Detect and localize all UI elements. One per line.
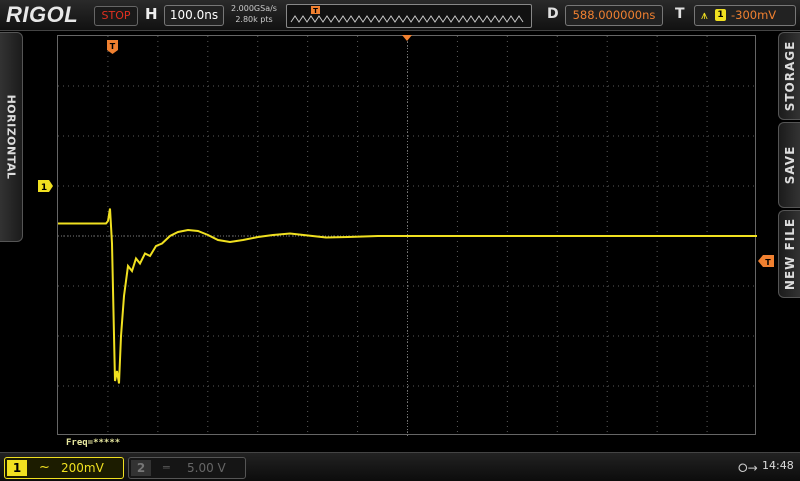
new-file-menu-tab[interactable]: NEW FILE [778,210,800,298]
waveform-graticule [58,36,757,436]
center-delay-marker-shape [402,35,412,41]
delay-label: D [547,6,559,22]
storage-menu-label: STORAGE [782,40,797,112]
ch2-vertical-scale: 5.00 V [187,461,226,475]
storage-menu-tab[interactable]: STORAGE [778,32,800,120]
ch2-settings[interactable]: 2 ═ 5.00 V [128,457,246,479]
trigger-position-marker[interactable]: T [107,40,118,54]
memory-waveform-preview: T [290,6,524,23]
new-file-menu-label: NEW FILE [782,217,797,291]
horizontal-delay[interactable]: 588.000000ns [565,5,663,26]
ch1-offset-marker-label: 1 [41,183,47,192]
trigger-level-marker-label: T [765,258,771,267]
system-clock: 14:48 [762,459,794,472]
ch1-coupling-icon: ~ [39,460,50,475]
trigger-label: T [675,6,685,22]
center-delay-marker [402,35,412,41]
ch2-coupling-icon: ═ [163,461,170,474]
trigger-settings[interactable]: ⩚ 1 -300mV [694,5,796,26]
ch1-offset-marker[interactable]: 1 [38,180,54,192]
trigger-level-marker[interactable]: T [758,255,774,267]
usb-icon: ⭘→ [738,461,758,475]
memory-overview-bar[interactable]: T [286,4,532,28]
trigger-source: 1 [715,9,726,21]
memory-depth: 2.80k pts [235,15,273,24]
horizontal-menu-tab[interactable]: HORIZONTAL [0,32,23,242]
save-menu-tab[interactable]: SAVE [778,122,800,208]
memory-trigger-marker-label: T [313,7,318,15]
ch1-settings[interactable]: 1 ~ 200mV [4,457,124,479]
frequency-measurement[interactable]: Freq=***** [66,438,120,448]
top-status-bar: RIGOL STOP H 100.0ns 2.000GSa/s 2.80k pt… [0,0,800,31]
acquisition-info: 2.000GSa/s 2.80k pts [226,3,282,25]
ch1-number: 1 [7,460,27,476]
save-menu-label: SAVE [782,145,797,185]
timebase-scale[interactable]: 100.0ns [164,5,224,26]
ch2-number: 2 [131,460,151,476]
rising-edge-icon: ⩚ [701,8,708,22]
bottom-status-bar: 1 ~ 200mV 2 ═ 5.00 V ⭘→ 14:48 [0,452,800,481]
timebase-label: H [145,5,158,23]
ch1-vertical-scale: 200mV [61,461,104,475]
sample-rate: 2.000GSa/s [231,4,277,13]
horizontal-menu-label: HORIZONTAL [4,94,18,180]
right-menu-panel: STORAGE SAVE NEW FILE [778,32,800,298]
trigger-position-marker-label: T [110,42,116,51]
brand-logo: RIGOL [6,2,79,27]
waveform-display[interactable] [57,35,757,436]
run-stop-indicator[interactable]: STOP [94,6,138,26]
trigger-level: -300mV [731,8,777,22]
